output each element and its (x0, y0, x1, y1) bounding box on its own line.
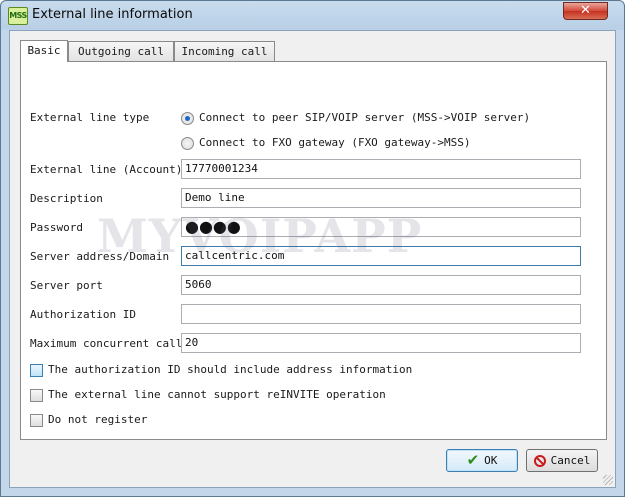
dialog-window: MSS External line information ✕ Basic Ou… (0, 0, 625, 497)
checkbox-auth-id-include-address[interactable] (30, 364, 43, 377)
title-bar[interactable]: MSS External line information ✕ (1, 1, 624, 30)
authorization-id-label: Authorization ID (30, 308, 136, 321)
description-field[interactable]: Demo line (181, 188, 581, 208)
authorization-id-field[interactable] (181, 304, 581, 324)
account-field[interactable]: 17770001234 (181, 159, 581, 179)
server-port-label: Server port (30, 279, 103, 292)
checkmark-icon: ✔ (466, 451, 480, 469)
checkbox-no-reinvite[interactable] (30, 389, 43, 402)
checkbox-do-not-register-label[interactable]: Do not register (48, 413, 147, 426)
window-title: External line information (32, 7, 193, 22)
watermark: MYVOIPAPP (97, 209, 423, 263)
ok-button[interactable]: ✔ OK (446, 449, 518, 472)
cancel-icon (533, 454, 546, 467)
app-logo-icon: MSS (8, 7, 28, 25)
checkbox-no-reinvite-label[interactable]: The external line cannot support reINVIT… (48, 388, 386, 401)
radio-fxo-gateway-label[interactable]: Connect to FXO gateway (FXO gateway->MSS… (199, 136, 471, 149)
radio-fxo-gateway[interactable] (181, 137, 194, 150)
description-label: Description (30, 192, 103, 205)
resize-grip-icon[interactable] (603, 475, 613, 485)
radio-peer-sip-server[interactable] (181, 112, 194, 125)
max-concurrent-calls-field[interactable]: 20 (181, 333, 581, 353)
checkbox-do-not-register[interactable] (30, 414, 43, 427)
tab-outgoing-call[interactable]: Outgoing call (68, 41, 174, 62)
radio-peer-sip-server-label[interactable]: Connect to peer SIP/VOIP server (MSS->VO… (199, 111, 530, 124)
password-label: Password (30, 221, 83, 234)
cancel-button[interactable]: Cancel (526, 449, 598, 472)
checkbox-auth-id-include-address-label[interactable]: The authorization ID should include addr… (48, 363, 412, 376)
cancel-button-label: Cancel (550, 454, 591, 467)
server-port-field[interactable]: 5060 (181, 275, 581, 295)
tab-incoming-call[interactable]: Incoming call (174, 41, 275, 62)
tab-basic[interactable]: Basic (20, 40, 68, 62)
line-type-label: External line type (30, 111, 150, 124)
close-button[interactable]: ✕ (563, 2, 608, 20)
max-concurrent-calls-label: Maximum concurrent calls (30, 337, 189, 350)
ok-button-label: OK (484, 454, 498, 467)
account-label: External line (Account) (30, 163, 183, 176)
